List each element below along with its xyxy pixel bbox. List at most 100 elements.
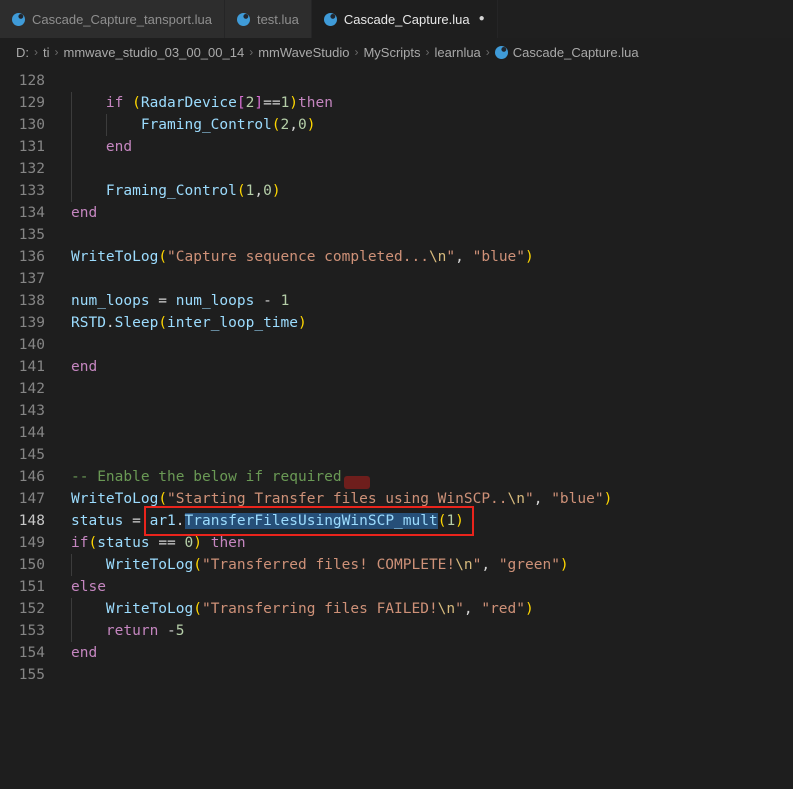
breadcrumb: D: › ti › mmwave_studio_03_00_00_14 › mmWaveSt… xyxy=(0,38,793,66)
selected-token: TransferFilesUsingWinSCP_mult xyxy=(184,513,438,529)
line-number: 134 xyxy=(18,205,45,221)
code-line[interactable]: 150 WriteToLog("Transferred files! COMPL… xyxy=(0,554,793,576)
code-line[interactable]: 149 if(status == 0) then xyxy=(0,532,793,554)
code-token: 0 xyxy=(184,535,194,551)
code-line[interactable]: 131 end xyxy=(0,136,793,158)
indent-guide xyxy=(71,136,72,158)
code-line[interactable]: 143 xyxy=(0,400,793,422)
code-line[interactable]: 145 xyxy=(0,444,793,466)
tab-test-lua[interactable]: test.lua xyxy=(224,0,312,38)
code-line[interactable]: 140 xyxy=(0,334,793,356)
code-line[interactable]: 141 end xyxy=(0,356,793,378)
tab-cascade-capture-tansport-lua[interactable]: Cascade_Capture_tansport.lua xyxy=(0,0,225,38)
code-text[interactable] xyxy=(45,664,793,686)
code-text[interactable]: Framing_Control(1,0) xyxy=(45,180,793,202)
lua-file-icon xyxy=(12,12,25,26)
code-line[interactable]: 142 xyxy=(0,378,793,400)
code-text[interactable]: else xyxy=(45,576,793,598)
indent-guide xyxy=(71,158,72,180)
modified-dot[interactable]: ● xyxy=(479,14,485,24)
code-text[interactable]: if(status == 0) then xyxy=(45,532,793,554)
code-text[interactable] xyxy=(45,444,793,466)
code-line[interactable]: 134 end xyxy=(0,202,793,224)
code-token: 0 xyxy=(263,183,272,199)
code-token: ( xyxy=(271,117,281,133)
code-token: WriteToLog xyxy=(71,491,159,507)
breadcrumb-item[interactable]: ti xyxy=(43,45,50,60)
code-token: , xyxy=(533,491,552,507)
tab-bar: Cascade_Capture_tansport.lua test.lua Casc… xyxy=(0,0,793,38)
code-text[interactable]: -- Enable the below if required xyxy=(45,466,793,488)
code-text[interactable]: num_loops = num_loops - 1 xyxy=(45,290,793,312)
code-token: ) xyxy=(193,535,202,551)
code-token: ( xyxy=(236,183,246,199)
code-line[interactable]: 151 else xyxy=(0,576,793,598)
code-line[interactable]: 132 xyxy=(0,158,793,180)
code-token: ( xyxy=(158,491,168,507)
code-line[interactable]: 128 xyxy=(0,70,793,92)
code-line[interactable]: 152 WriteToLog("Transferring files FAILE… xyxy=(0,598,793,620)
breadcrumb-item[interactable]: MyScripts xyxy=(363,45,420,60)
code-token: RSTD xyxy=(71,315,106,331)
line-number: 150 xyxy=(18,557,45,573)
tab-cascade-capture-lua[interactable]: Cascade_Capture.lua ● xyxy=(311,0,498,38)
code-token: \n xyxy=(455,557,473,573)
code-token: return xyxy=(105,623,159,639)
breadcrumb-item[interactable]: learnlua xyxy=(435,45,481,60)
code-line[interactable]: 138 num_loops = num_loops - 1 xyxy=(0,290,793,312)
code-text[interactable]: end xyxy=(45,136,793,158)
code-line[interactable]: 146 -- Enable the below if required xyxy=(0,466,793,488)
breadcrumb-separator-icon: › xyxy=(354,45,359,59)
code-line[interactable]: 144 xyxy=(0,422,793,444)
code-editor[interactable]: 128 129 if (RadarDevice[2]==1)then 130 Fra… xyxy=(0,66,793,789)
code-line[interactable]: 130 Framing_Control(2,0) xyxy=(0,114,793,136)
code-line[interactable]: 139 RSTD.Sleep(inter_loop_time) xyxy=(0,312,793,334)
code-token: 2 xyxy=(280,117,290,133)
code-text[interactable]: end xyxy=(45,356,793,378)
code-token: , xyxy=(289,117,298,133)
code-text[interactable]: return -5 xyxy=(45,620,793,642)
code-text[interactable]: if (RadarDevice[2]==1)then xyxy=(45,92,793,114)
line-number: 137 xyxy=(18,271,45,287)
code-text[interactable] xyxy=(45,334,793,356)
breadcrumb-item[interactable]: Cascade_Capture.lua xyxy=(494,45,639,60)
code-line[interactable]: 129 if (RadarDevice[2]==1)then xyxy=(0,92,793,114)
line-number: 155 xyxy=(18,667,45,683)
code-text[interactable] xyxy=(45,400,793,422)
code-text[interactable]: WriteToLog("Capture sequence completed..… xyxy=(45,246,793,268)
code-line[interactable]: 137 xyxy=(0,268,793,290)
code-line[interactable]: 136 WriteToLog("Capture sequence complete… xyxy=(0,246,793,268)
code-token: , xyxy=(455,249,473,265)
code-text[interactable]: WriteToLog("Starting Transfer files usin… xyxy=(45,488,793,510)
code-line[interactable]: 147 WriteToLog("Starting Transfer files u… xyxy=(0,488,793,510)
code-text[interactable]: Framing_Control(2,0) xyxy=(45,114,793,136)
code-text[interactable]: end xyxy=(45,642,793,664)
breadcrumb-item[interactable]: mmWaveStudio xyxy=(258,45,349,60)
breadcrumb-item[interactable]: mmwave_studio_03_00_00_14 xyxy=(64,45,245,60)
code-line[interactable]: 148 status = ar1.TransferFilesUsingWinSCP… xyxy=(0,506,793,536)
code-token: "Transferring files FAILED! xyxy=(201,601,438,617)
code-text[interactable]: WriteToLog("Transferring files FAILED!\n… xyxy=(45,598,793,620)
code-token: = xyxy=(149,293,176,309)
code-token: ) xyxy=(289,95,299,111)
code-line[interactable]: 153 return -5 xyxy=(0,620,793,642)
code-text[interactable] xyxy=(45,422,793,444)
code-text[interactable]: RSTD.Sleep(inter_loop_time) xyxy=(45,312,793,334)
code-text[interactable] xyxy=(45,378,793,400)
lua-file-icon xyxy=(323,12,337,26)
code-text[interactable] xyxy=(45,224,793,246)
code-text[interactable] xyxy=(45,70,793,92)
code-text[interactable]: status = ar1.TransferFilesUsingWinSCP_mu… xyxy=(45,506,793,536)
code-line[interactable]: 154 end xyxy=(0,642,793,664)
code-line[interactable]: 155 xyxy=(0,664,793,686)
code-line[interactable]: 133 Framing_Control(1,0) xyxy=(0,180,793,202)
line-number: 151 xyxy=(18,579,45,595)
breadcrumb-item[interactable]: D: xyxy=(16,45,29,60)
code-text[interactable]: WriteToLog("Transferred files! COMPLETE!… xyxy=(45,554,793,576)
code-line[interactable]: 135 xyxy=(0,224,793,246)
code-text[interactable] xyxy=(45,268,793,290)
code-text[interactable]: end xyxy=(45,202,793,224)
code-text[interactable] xyxy=(45,158,793,180)
code-token: ) xyxy=(271,183,281,199)
